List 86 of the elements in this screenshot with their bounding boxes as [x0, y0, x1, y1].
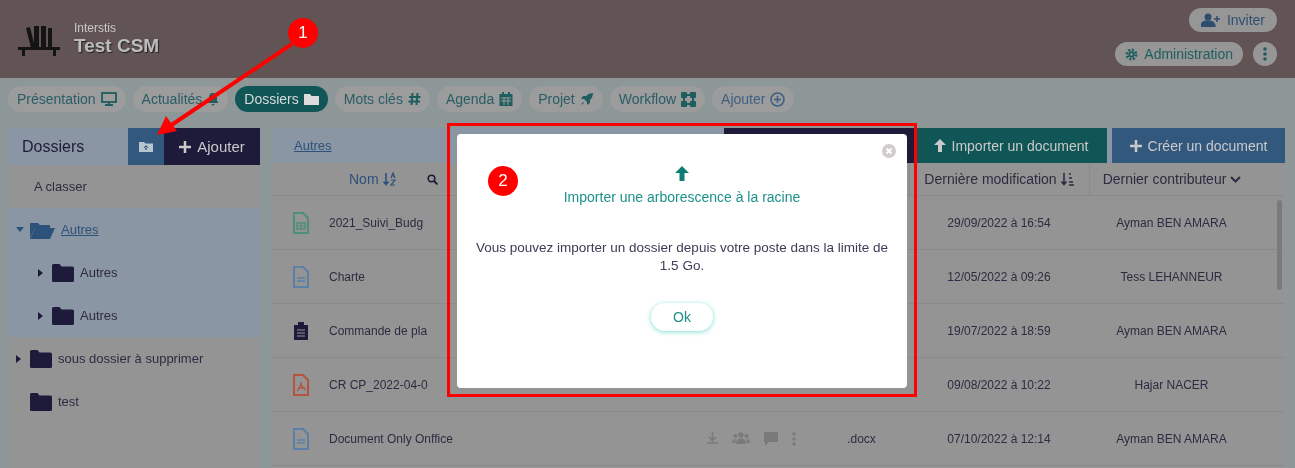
file-name[interactable]: Document Only Onffice: [329, 431, 453, 446]
tab[interactable]: Ajouter: [712, 86, 795, 112]
caret-right-icon[interactable]: [38, 268, 43, 277]
caret-right-icon[interactable]: [38, 311, 43, 320]
file-name[interactable]: 2021_Suivi_Budg: [329, 215, 424, 230]
workflow-icon: [681, 91, 697, 107]
folder-label[interactable]: Autres: [61, 222, 99, 237]
pdf-file-icon: [292, 373, 309, 396]
folder-label[interactable]: sous dossier à supprimer: [58, 351, 204, 366]
tab[interactable]: Mots clés: [334, 86, 430, 112]
sort-icon: [382, 172, 397, 186]
file-extension: .docx: [847, 431, 876, 446]
folder-icon: [52, 263, 74, 282]
contributor-name: Hajar NACER: [1134, 377, 1209, 392]
workspace-title: Test CSM: [74, 35, 160, 57]
more-options-button[interactable]: [1253, 42, 1277, 66]
folder-label[interactable]: A classer: [34, 179, 87, 194]
tab[interactable]: Agenda: [436, 86, 523, 112]
open-folder-icon: [30, 220, 55, 239]
chevron-down-icon: [1230, 175, 1242, 183]
bell-icon: [207, 92, 220, 106]
ok-button[interactable]: Ok: [651, 303, 713, 331]
presentation-icon: [100, 92, 117, 106]
hash-icon: [407, 92, 421, 106]
tab[interactable]: Projet: [529, 86, 603, 112]
search-icon[interactable]: [426, 173, 438, 185]
add-button[interactable]: Ajouter: [164, 128, 260, 165]
column-header[interactable]: Dernière modification: [909, 163, 1089, 195]
folder-icon: [303, 93, 319, 105]
folder-label[interactable]: test: [58, 394, 79, 409]
calendar-icon: [499, 92, 514, 106]
modified-date: 29/09/2022 à 16:54: [947, 215, 1051, 230]
tab[interactable]: Actualités: [132, 86, 229, 112]
file-name[interactable]: CR CP_2022-04-0: [329, 377, 428, 392]
add-user-icon: [1200, 13, 1221, 27]
administration-button[interactable]: Administration: [1115, 42, 1243, 66]
scrollbar[interactable]: [1277, 200, 1282, 290]
modified-date: 09/08/2022 à 10:22: [947, 377, 1051, 392]
organization-name: Interstis: [74, 21, 117, 35]
modified-date: 07/10/2022 à 12:14: [947, 431, 1051, 446]
settings-icon: [1125, 47, 1139, 61]
tab[interactable]: Workflow: [609, 86, 706, 112]
import-folder-button[interactable]: [128, 128, 164, 165]
dialog-title: Importer une arborescence à la racine: [563, 189, 801, 205]
caret-right-icon[interactable]: [16, 354, 21, 363]
folder-icon: [30, 392, 52, 411]
upload-arrow-icon: [933, 139, 946, 152]
spreadsheet-file-icon: [292, 211, 309, 234]
folder-icon: [30, 349, 52, 368]
contributor-name: Ayman BEN AMARA: [1116, 431, 1227, 446]
contributor-name: Tess LEHANNEUR: [1120, 269, 1223, 284]
panel-title: Dossiers: [21, 136, 86, 157]
plus-icon: [1129, 139, 1142, 152]
sort-icon: [1060, 172, 1075, 186]
modified-date: 12/05/2022 à 09:26: [947, 269, 1051, 284]
folder-label[interactable]: Autres: [80, 308, 118, 323]
tab[interactable]: Dossiers: [235, 86, 328, 112]
contributor-name: Ayman BEN AMARA: [1116, 323, 1227, 338]
invite-button[interactable]: Inviter: [1188, 8, 1277, 32]
file-name[interactable]: Charte: [329, 269, 366, 284]
comment-icon[interactable]: [764, 431, 778, 446]
plus-icon: [179, 140, 192, 153]
more-icon: [1263, 47, 1267, 61]
download-icon[interactable]: [707, 431, 718, 444]
clipboard-list-icon: [292, 321, 309, 340]
close-icon[interactable]: [882, 144, 896, 158]
create-document-button[interactable]: Créer un document: [1112, 128, 1285, 163]
folder-icon: [52, 306, 74, 325]
modified-date: 19/07/2022 à 18:59: [947, 323, 1051, 338]
document-file-icon: [292, 427, 309, 450]
plus-circle-icon: [770, 91, 786, 107]
upload-arrow-icon: [675, 166, 689, 181]
breadcrumb-link[interactable]: Autres: [294, 138, 332, 153]
column-header[interactable]: Dernier contributeur: [1089, 163, 1254, 195]
folder-label[interactable]: Autres: [80, 265, 118, 280]
folder-upload-icon: [139, 141, 153, 152]
contributor-name: Ayman BEN AMARA: [1116, 215, 1227, 230]
users-icon[interactable]: [732, 431, 750, 444]
rocket-icon: [579, 92, 594, 106]
import-document-button[interactable]: Importer un document: [915, 128, 1107, 163]
dialog-message: Vous pouvez importer un dossier depuis votre poste dans la limite de 1.5 Go.: [475, 239, 889, 275]
column-header[interactable]: Nom: [349, 171, 397, 187]
file-name[interactable]: Commande de pla: [329, 323, 428, 338]
document-file-icon: [292, 265, 309, 288]
caret-down-icon[interactable]: [16, 227, 24, 232]
tab[interactable]: Présentation: [8, 86, 126, 112]
